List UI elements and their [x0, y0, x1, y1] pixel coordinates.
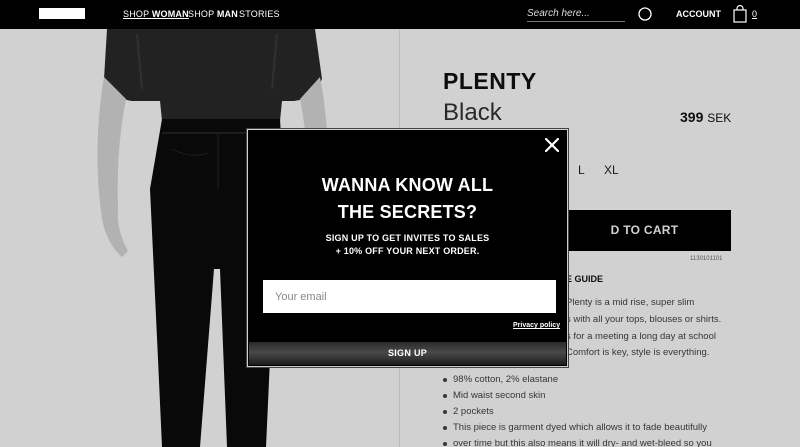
nav-stories[interactable]: Stories	[239, 9, 280, 19]
account-link[interactable]: ACCOUNT	[676, 9, 721, 19]
search-input[interactable]: Search here...	[527, 8, 625, 22]
logo[interactable]	[39, 8, 85, 19]
nav-shop-woman-prefix: Shop	[123, 9, 152, 19]
sign-up-button[interactable]: SIGN UP	[249, 342, 566, 365]
nav-stories-label: Stories	[239, 9, 280, 19]
nav-shop-man-bold: Man	[216, 9, 238, 19]
newsletter-modal: WANNA KNOW ALL THE SECRETS? SIGN UP TO G…	[247, 129, 568, 367]
modal-subtitle-line: + 10% OFF YOUR NEXT ORDER.	[335, 246, 480, 256]
email-field[interactable]	[263, 280, 556, 313]
nav-shop-man-prefix: Shop	[188, 9, 217, 19]
search-icon[interactable]	[637, 6, 653, 22]
nav-shop-man[interactable]: Shop Man	[188, 9, 238, 19]
nav-shop-woman-bold: Woman	[151, 9, 189, 19]
modal-title-line: THE SECRETS?	[337, 202, 478, 222]
modal-subtitle: SIGN UP TO GET INVITES TO SALES + 10% OF…	[248, 232, 567, 258]
modal-title-line: WANNA KNOW ALL	[321, 175, 494, 195]
privacy-policy-link[interactable]: Privacy policy	[513, 322, 560, 329]
close-icon[interactable]	[545, 138, 559, 152]
bag-count[interactable]: 0	[752, 9, 757, 19]
shopping-bag-icon[interactable]	[733, 5, 747, 23]
modal-subtitle-line: SIGN UP TO GET INVITES TO SALES	[325, 233, 490, 243]
top-nav: Shop Woman Shop Man Stories Search here.…	[0, 0, 800, 29]
nav-shop-woman[interactable]: Shop Woman	[123, 9, 189, 19]
modal-title: WANNA KNOW ALL THE SECRETS?	[248, 172, 567, 226]
